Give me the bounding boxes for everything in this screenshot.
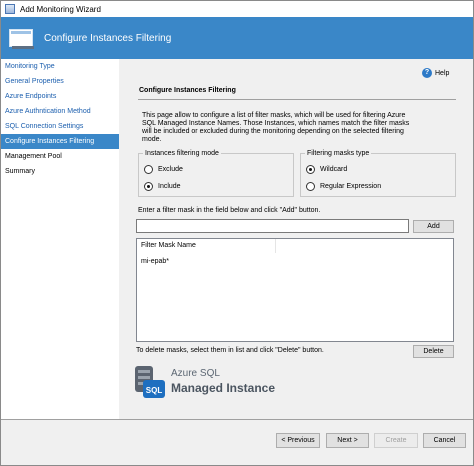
radio-wildcard-label: Wildcard bbox=[320, 166, 348, 173]
radio-exclude-indicator bbox=[144, 165, 153, 174]
mask-type-group: Filtering masks type Wildcard Regular Ex… bbox=[300, 149, 456, 197]
page-description: This page allow to configure a list of f… bbox=[142, 112, 410, 143]
radio-regular-expression[interactable]: Regular Expression bbox=[306, 182, 381, 191]
wizard-steps-nav: Monitoring Type General Properties Azure… bbox=[1, 59, 119, 419]
cancel-button[interactable]: Cancel bbox=[423, 433, 466, 448]
radio-wildcard-indicator bbox=[306, 165, 315, 174]
wizard-app-icon bbox=[5, 4, 15, 14]
logo-text-managed-instance: Managed Instance bbox=[171, 381, 276, 395]
radio-include-label: Include bbox=[158, 183, 181, 190]
nav-item-management-pool: Management Pool bbox=[5, 153, 62, 160]
help-icon: ? bbox=[422, 68, 432, 78]
filter-mask-input[interactable] bbox=[136, 219, 409, 233]
wizard-content: ? Help Configure Instances Filtering Thi… bbox=[121, 59, 473, 419]
help-label: Help bbox=[435, 69, 450, 77]
nav-item-azure-endpoints[interactable]: Azure Endpoints bbox=[1, 89, 119, 104]
wizard-header-banner: Configure Instances Filtering bbox=[1, 17, 473, 59]
next-button[interactable]: Next > bbox=[326, 433, 369, 448]
mask-instruction: Enter a filter mask in the field below a… bbox=[138, 207, 321, 214]
radio-wildcard[interactable]: Wildcard bbox=[306, 165, 347, 174]
svg-text:SQL: SQL bbox=[146, 386, 163, 395]
footer-divider bbox=[1, 419, 473, 420]
nav-item-summary: Summary bbox=[5, 168, 35, 175]
radio-regex-label: Regular Expression bbox=[320, 183, 382, 190]
add-mask-button[interactable]: Add bbox=[413, 220, 454, 233]
title-bar: Add Monitoring Wizard bbox=[1, 1, 473, 17]
mask-type-legend: Filtering masks type bbox=[305, 149, 372, 158]
filter-mask-list[interactable]: Filter Mask Name mi-epab* bbox=[136, 238, 454, 342]
wizard-window: Add Monitoring Wizard Configure Instance… bbox=[0, 0, 474, 466]
create-button: Create bbox=[374, 433, 418, 448]
radio-regex-indicator bbox=[306, 182, 315, 191]
nav-item-monitoring-type[interactable]: Monitoring Type bbox=[1, 59, 119, 74]
previous-button[interactable]: < Previous bbox=[276, 433, 320, 448]
radio-exclude-label: Exclude bbox=[158, 166, 183, 173]
wizard-page-icon bbox=[9, 27, 35, 49]
section-title: Configure Instances Filtering bbox=[139, 87, 236, 94]
filtering-mode-group: Instances filtering mode Exclude Include bbox=[138, 149, 294, 197]
radio-include-indicator bbox=[144, 182, 153, 191]
radio-exclude[interactable]: Exclude bbox=[144, 165, 183, 174]
section-divider bbox=[138, 99, 456, 100]
nav-item-sql-connection-settings[interactable]: SQL Connection Settings bbox=[1, 119, 119, 134]
nav-item-general-properties[interactable]: General Properties bbox=[1, 74, 119, 89]
azure-sql-mi-logo-icon: SQL bbox=[135, 366, 165, 398]
list-column-header[interactable]: Filter Mask Name bbox=[137, 239, 276, 253]
filtering-mode-legend: Instances filtering mode bbox=[143, 149, 221, 158]
help-link[interactable]: ? Help bbox=[422, 68, 449, 78]
page-title: Configure Instances Filtering bbox=[44, 32, 172, 44]
list-item[interactable]: mi-epab* bbox=[141, 257, 169, 266]
nav-item-azure-auth-method[interactable]: Azure Authntication Method bbox=[1, 104, 119, 119]
delete-instruction: To delete masks, select them in list and… bbox=[136, 347, 324, 354]
nav-item-configure-instances-filtering[interactable]: Configure Instances Filtering bbox=[1, 134, 119, 149]
delete-mask-button[interactable]: Delete bbox=[413, 345, 454, 358]
window-title: Add Monitoring Wizard bbox=[20, 4, 101, 14]
radio-include[interactable]: Include bbox=[144, 182, 181, 191]
logo-text-azure-sql: Azure SQL bbox=[171, 368, 220, 379]
